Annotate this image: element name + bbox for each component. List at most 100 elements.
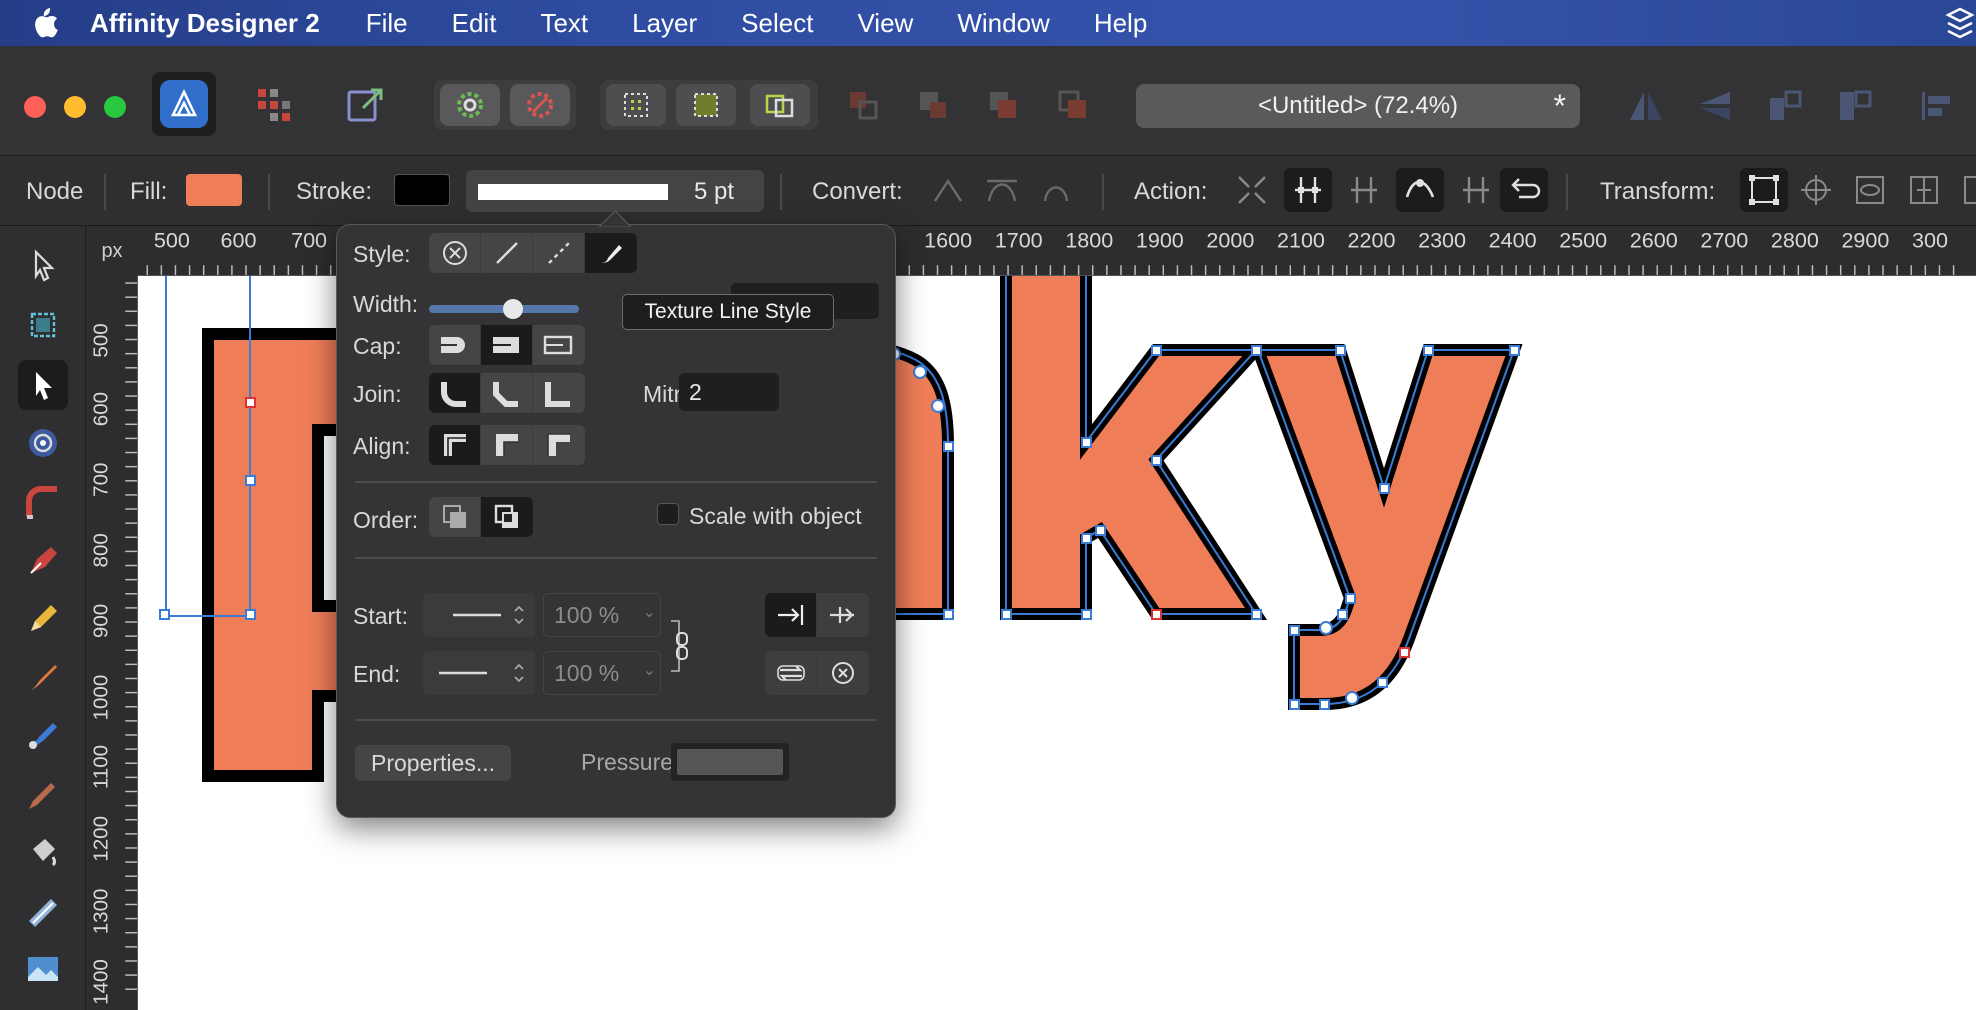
move-tool[interactable] [18,240,68,290]
menu-edit[interactable]: Edit [452,8,497,39]
rotate-left-icon[interactable] [1766,88,1806,124]
end-arrowhead-select[interactable] [423,651,535,695]
clear-arrowheads-button[interactable] [817,651,869,695]
join-curves-button[interactable] [1396,168,1444,212]
smooth-curve-button[interactable] [1340,168,1388,212]
align-center-button[interactable] [429,425,481,465]
snapping-settings-button[interactable] [510,84,570,126]
move-to-back-icon[interactable] [846,88,882,124]
ruler-tick: 700 [291,228,327,253]
order-behind-button[interactable] [429,497,481,537]
menu-select[interactable]: Select [741,8,813,39]
designer-persona-button[interactable] [152,72,216,136]
arrow-outside-button[interactable] [817,593,869,637]
apple-menu-icon[interactable] [0,6,90,40]
artboard-tool[interactable] [18,300,68,350]
flip-horizontal-icon[interactable] [1626,88,1666,124]
transform-more-button[interactable] [1950,168,1976,212]
fill-tool[interactable] [18,710,68,760]
pencil-tool[interactable] [18,594,68,644]
join-miter-button[interactable] [533,373,585,413]
minimize-window-button[interactable] [64,96,86,118]
point-transform-tool[interactable] [18,418,68,468]
stroke-width-button[interactable]: 5 pt [466,170,764,212]
pixel-fill-icon [694,93,718,117]
close-curve-button[interactable] [1284,168,1332,212]
corner-tool[interactable] [18,478,68,528]
end-scale-field[interactable]: 100 % ⌄ [543,651,661,695]
start-scale-field[interactable]: 100 % ⌄ [543,593,661,637]
break-curve-button[interactable] [1228,168,1276,212]
pressure-graph[interactable] [671,743,789,781]
menu-help[interactable]: Help [1094,8,1147,39]
convert-sharp-button[interactable] [924,168,972,212]
close-window-button[interactable] [24,96,46,118]
cap-butt-button[interactable] [533,325,585,365]
app-name-menu[interactable]: Affinity Designer 2 [90,8,320,39]
convert-smart-button[interactable] [1032,168,1080,212]
glyph-y[interactable] [1249,344,1523,710]
style-none-button[interactable] [429,233,481,273]
reverse-curve-button[interactable] [1452,168,1500,212]
mitre-field[interactable]: 2 [679,373,779,411]
move-back-one-icon[interactable] [916,88,952,124]
transparency-tool[interactable] [18,886,68,936]
link-scales-icon[interactable] [669,617,697,675]
rotate-right-icon[interactable] [1836,88,1876,124]
start-arrowhead-select[interactable] [423,593,535,637]
node-mode-label: Node [26,178,84,205]
order-front-button[interactable] [481,497,533,537]
ruler-tick: 2300 [1418,228,1466,253]
cap-round-button[interactable] [429,325,481,365]
move-forward-one-icon[interactable] [986,88,1022,124]
arrow-inside-button[interactable] [765,593,817,637]
gradient-tool[interactable] [18,828,68,878]
style-solid-button[interactable] [481,233,533,273]
glyph-k[interactable] [1000,276,1270,620]
export-persona-button[interactable] [336,80,396,130]
style-dash-button[interactable] [533,233,585,273]
cap-square-button[interactable] [481,325,533,365]
menu-view[interactable]: View [857,8,913,39]
document-title[interactable]: <Untitled> (72.4%) * [1136,84,1580,128]
join-bevel-button[interactable] [481,373,533,413]
align-outside-button[interactable] [533,425,585,465]
pixel-grid-button[interactable] [606,84,666,126]
vector-brush-tool[interactable] [18,652,68,702]
menu-window[interactable]: Window [957,8,1049,39]
stroke-swatch[interactable] [394,174,450,206]
stack-icon[interactable] [1944,6,1976,47]
move-to-front-icon[interactable] [1056,88,1092,124]
properties-button[interactable]: Properties... [355,745,511,781]
transform-origin-button[interactable] [1792,168,1840,212]
pixel-persona-button[interactable] [244,80,304,130]
hide-selection-button[interactable] [1900,168,1948,212]
menu-text[interactable]: Text [540,8,588,39]
convert-smooth-button[interactable] [978,168,1026,212]
show-handles-button[interactable] [1846,168,1894,212]
chevron-down-icon: ⌄ [642,604,656,621]
style-texture-button[interactable] [585,233,637,273]
transform-mode-button[interactable] [1740,168,1788,212]
menu-file[interactable]: File [366,8,408,39]
menu-layer[interactable]: Layer [632,8,697,39]
ruler-unit[interactable]: px [86,226,138,276]
width-slider-thumb[interactable] [503,299,523,319]
place-image-tool[interactable] [18,944,68,994]
paint-brush-tool[interactable] [18,770,68,820]
pen-tool[interactable] [18,536,68,586]
swap-arrowheads-button[interactable] [765,651,817,695]
snapping-button[interactable] [440,84,500,126]
join-round-button[interactable] [429,373,481,413]
node-tool[interactable] [18,360,68,410]
fill-swatch[interactable] [186,174,242,206]
align-inside-button[interactable] [481,425,533,465]
reverse-direction-button[interactable] [1500,168,1548,212]
force-pixel-alignment-button[interactable] [750,84,810,126]
zoom-window-button[interactable] [104,96,126,118]
scale-with-object-checkbox[interactable] [657,503,679,525]
flip-vertical-icon[interactable] [1696,88,1736,124]
width-slider-track[interactable] [429,299,579,319]
align-menu-icon[interactable] [1918,88,1958,124]
move-by-whole-pixels-button[interactable] [676,84,736,126]
